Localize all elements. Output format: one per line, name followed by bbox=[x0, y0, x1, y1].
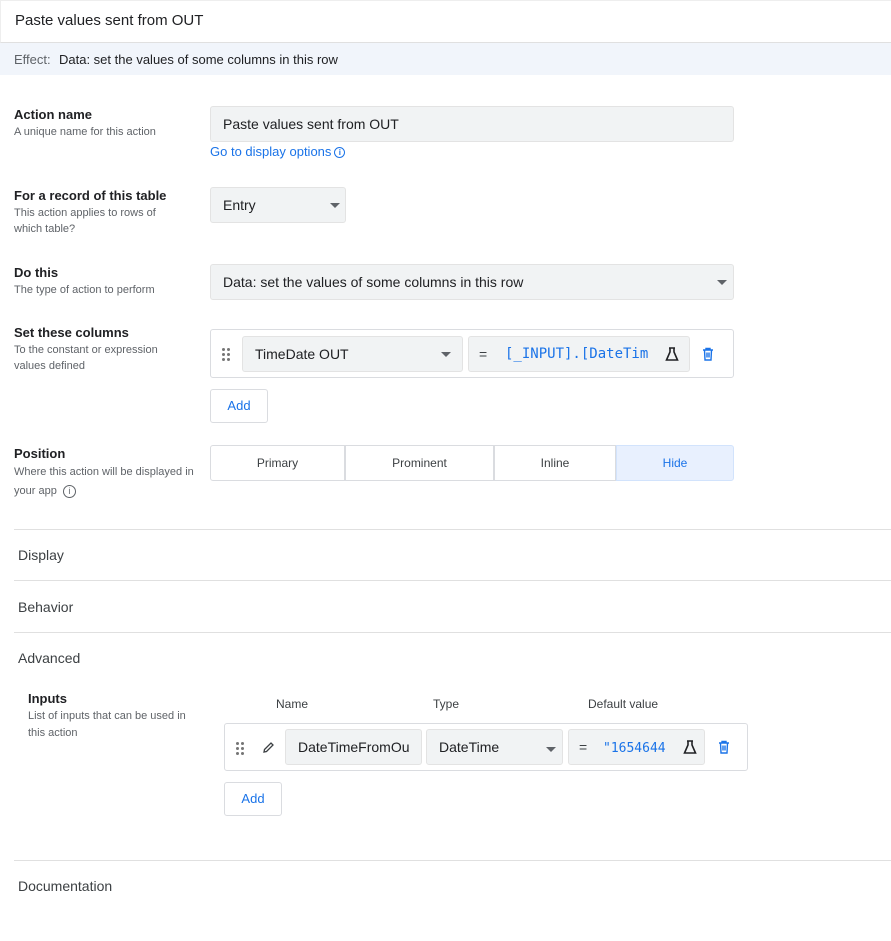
set-column-row: TimeDate OUT = [_INPUT].[DateTim bbox=[210, 329, 734, 378]
position-option-prominent[interactable]: Prominent bbox=[345, 445, 494, 481]
action-name-help: A unique name for this action bbox=[14, 126, 156, 138]
set-columns-help: To the constant or expression values def… bbox=[14, 344, 158, 372]
inputs-help: List of inputs that can be used in this … bbox=[28, 710, 186, 739]
column-expression-input[interactable]: = [_INPUT].[DateTim bbox=[468, 336, 690, 372]
do-this-select[interactable]: Data: set the values of some columns in … bbox=[210, 264, 734, 300]
dropdown-caret-icon bbox=[546, 747, 556, 752]
add-column-button[interactable]: Add bbox=[210, 389, 268, 423]
behavior-section[interactable]: Behavior bbox=[14, 580, 891, 632]
default-value-text: "1654644 bbox=[603, 741, 666, 756]
position-option-primary[interactable]: Primary bbox=[210, 445, 345, 481]
display-section-label: Display bbox=[18, 547, 64, 563]
record-table-select[interactable]: Entry bbox=[210, 187, 346, 223]
pencil-icon[interactable] bbox=[262, 741, 275, 754]
drag-handle-icon[interactable] bbox=[236, 742, 244, 755]
effect-value: Data: set the values of some columns in … bbox=[59, 52, 338, 67]
info-icon: i bbox=[334, 147, 346, 159]
trash-icon[interactable] bbox=[718, 740, 730, 754]
position-option-hide[interactable]: Hide bbox=[616, 445, 734, 481]
column-select-value: TimeDate OUT bbox=[255, 346, 349, 362]
action-name-input[interactable]: Paste values sent from OUT bbox=[210, 106, 734, 142]
input-type-value: DateTime bbox=[439, 739, 500, 755]
advanced-section[interactable]: Advanced bbox=[14, 632, 891, 672]
inputs-col-type: Type bbox=[433, 697, 460, 711]
effect-bar: Effect: Data: set the values of some col… bbox=[0, 43, 891, 75]
display-section[interactable]: Display bbox=[14, 529, 891, 581]
page-title: Paste values sent from OUT bbox=[15, 12, 204, 29]
position-label: Position bbox=[14, 446, 66, 461]
record-table-label: For a record of this table bbox=[14, 188, 167, 203]
do-this-help: The type of action to perform bbox=[14, 284, 155, 296]
input-default-expression[interactable]: = "1654644 bbox=[568, 729, 705, 765]
inputs-col-default: Default value bbox=[588, 697, 659, 711]
input-type-select[interactable]: DateTime bbox=[426, 729, 563, 765]
do-this-value: Data: set the values of some columns in … bbox=[223, 274, 524, 290]
equals-sign: = bbox=[579, 739, 588, 755]
input-name-value: DateTimeFromOu bbox=[298, 739, 410, 755]
equals-sign: = bbox=[479, 346, 488, 362]
input-name-field[interactable]: DateTimeFromOu bbox=[285, 729, 422, 765]
dropdown-caret-icon bbox=[717, 280, 727, 285]
display-options-link[interactable]: Go to display options i bbox=[210, 144, 346, 159]
action-name-value: Paste values sent from OUT bbox=[223, 116, 399, 132]
set-columns-label: Set these columns bbox=[14, 325, 129, 340]
effect-label: Effect: bbox=[14, 52, 51, 67]
display-options-label: Go to display options bbox=[210, 144, 332, 159]
position-help: Where this action will be displayed in y… bbox=[14, 463, 194, 501]
record-table-value: Entry bbox=[223, 197, 256, 213]
column-select[interactable]: TimeDate OUT bbox=[242, 336, 463, 372]
dropdown-caret-icon bbox=[330, 203, 340, 208]
add-input-button[interactable]: Add bbox=[224, 782, 282, 816]
do-this-label: Do this bbox=[14, 265, 59, 280]
expression-text: [_INPUT].[DateTim bbox=[505, 346, 649, 362]
input-row: DateTimeFromOu DateTime = "1654644 bbox=[224, 723, 748, 771]
action-name-label: Action name bbox=[14, 107, 93, 122]
flask-icon[interactable] bbox=[665, 347, 679, 361]
action-header: Paste values sent from OUT bbox=[0, 0, 891, 43]
trash-icon[interactable] bbox=[702, 347, 714, 361]
inputs-col-name: Name bbox=[276, 697, 309, 711]
dropdown-caret-icon bbox=[441, 352, 451, 357]
advanced-section-label: Advanced bbox=[18, 650, 81, 666]
drag-handle-icon[interactable] bbox=[222, 348, 230, 361]
documentation-section-label: Documentation bbox=[18, 878, 113, 894]
inputs-label: Inputs bbox=[28, 691, 67, 706]
behavior-section-label: Behavior bbox=[18, 599, 74, 615]
flask-icon[interactable] bbox=[683, 740, 697, 754]
position-help-text: Where this action will be displayed in y… bbox=[14, 466, 194, 497]
position-option-inline[interactable]: Inline bbox=[494, 445, 616, 481]
info-icon[interactable]: i bbox=[62, 484, 76, 498]
documentation-section[interactable]: Documentation bbox=[14, 860, 891, 920]
record-table-help: This action applies to rows of which tab… bbox=[14, 207, 156, 235]
